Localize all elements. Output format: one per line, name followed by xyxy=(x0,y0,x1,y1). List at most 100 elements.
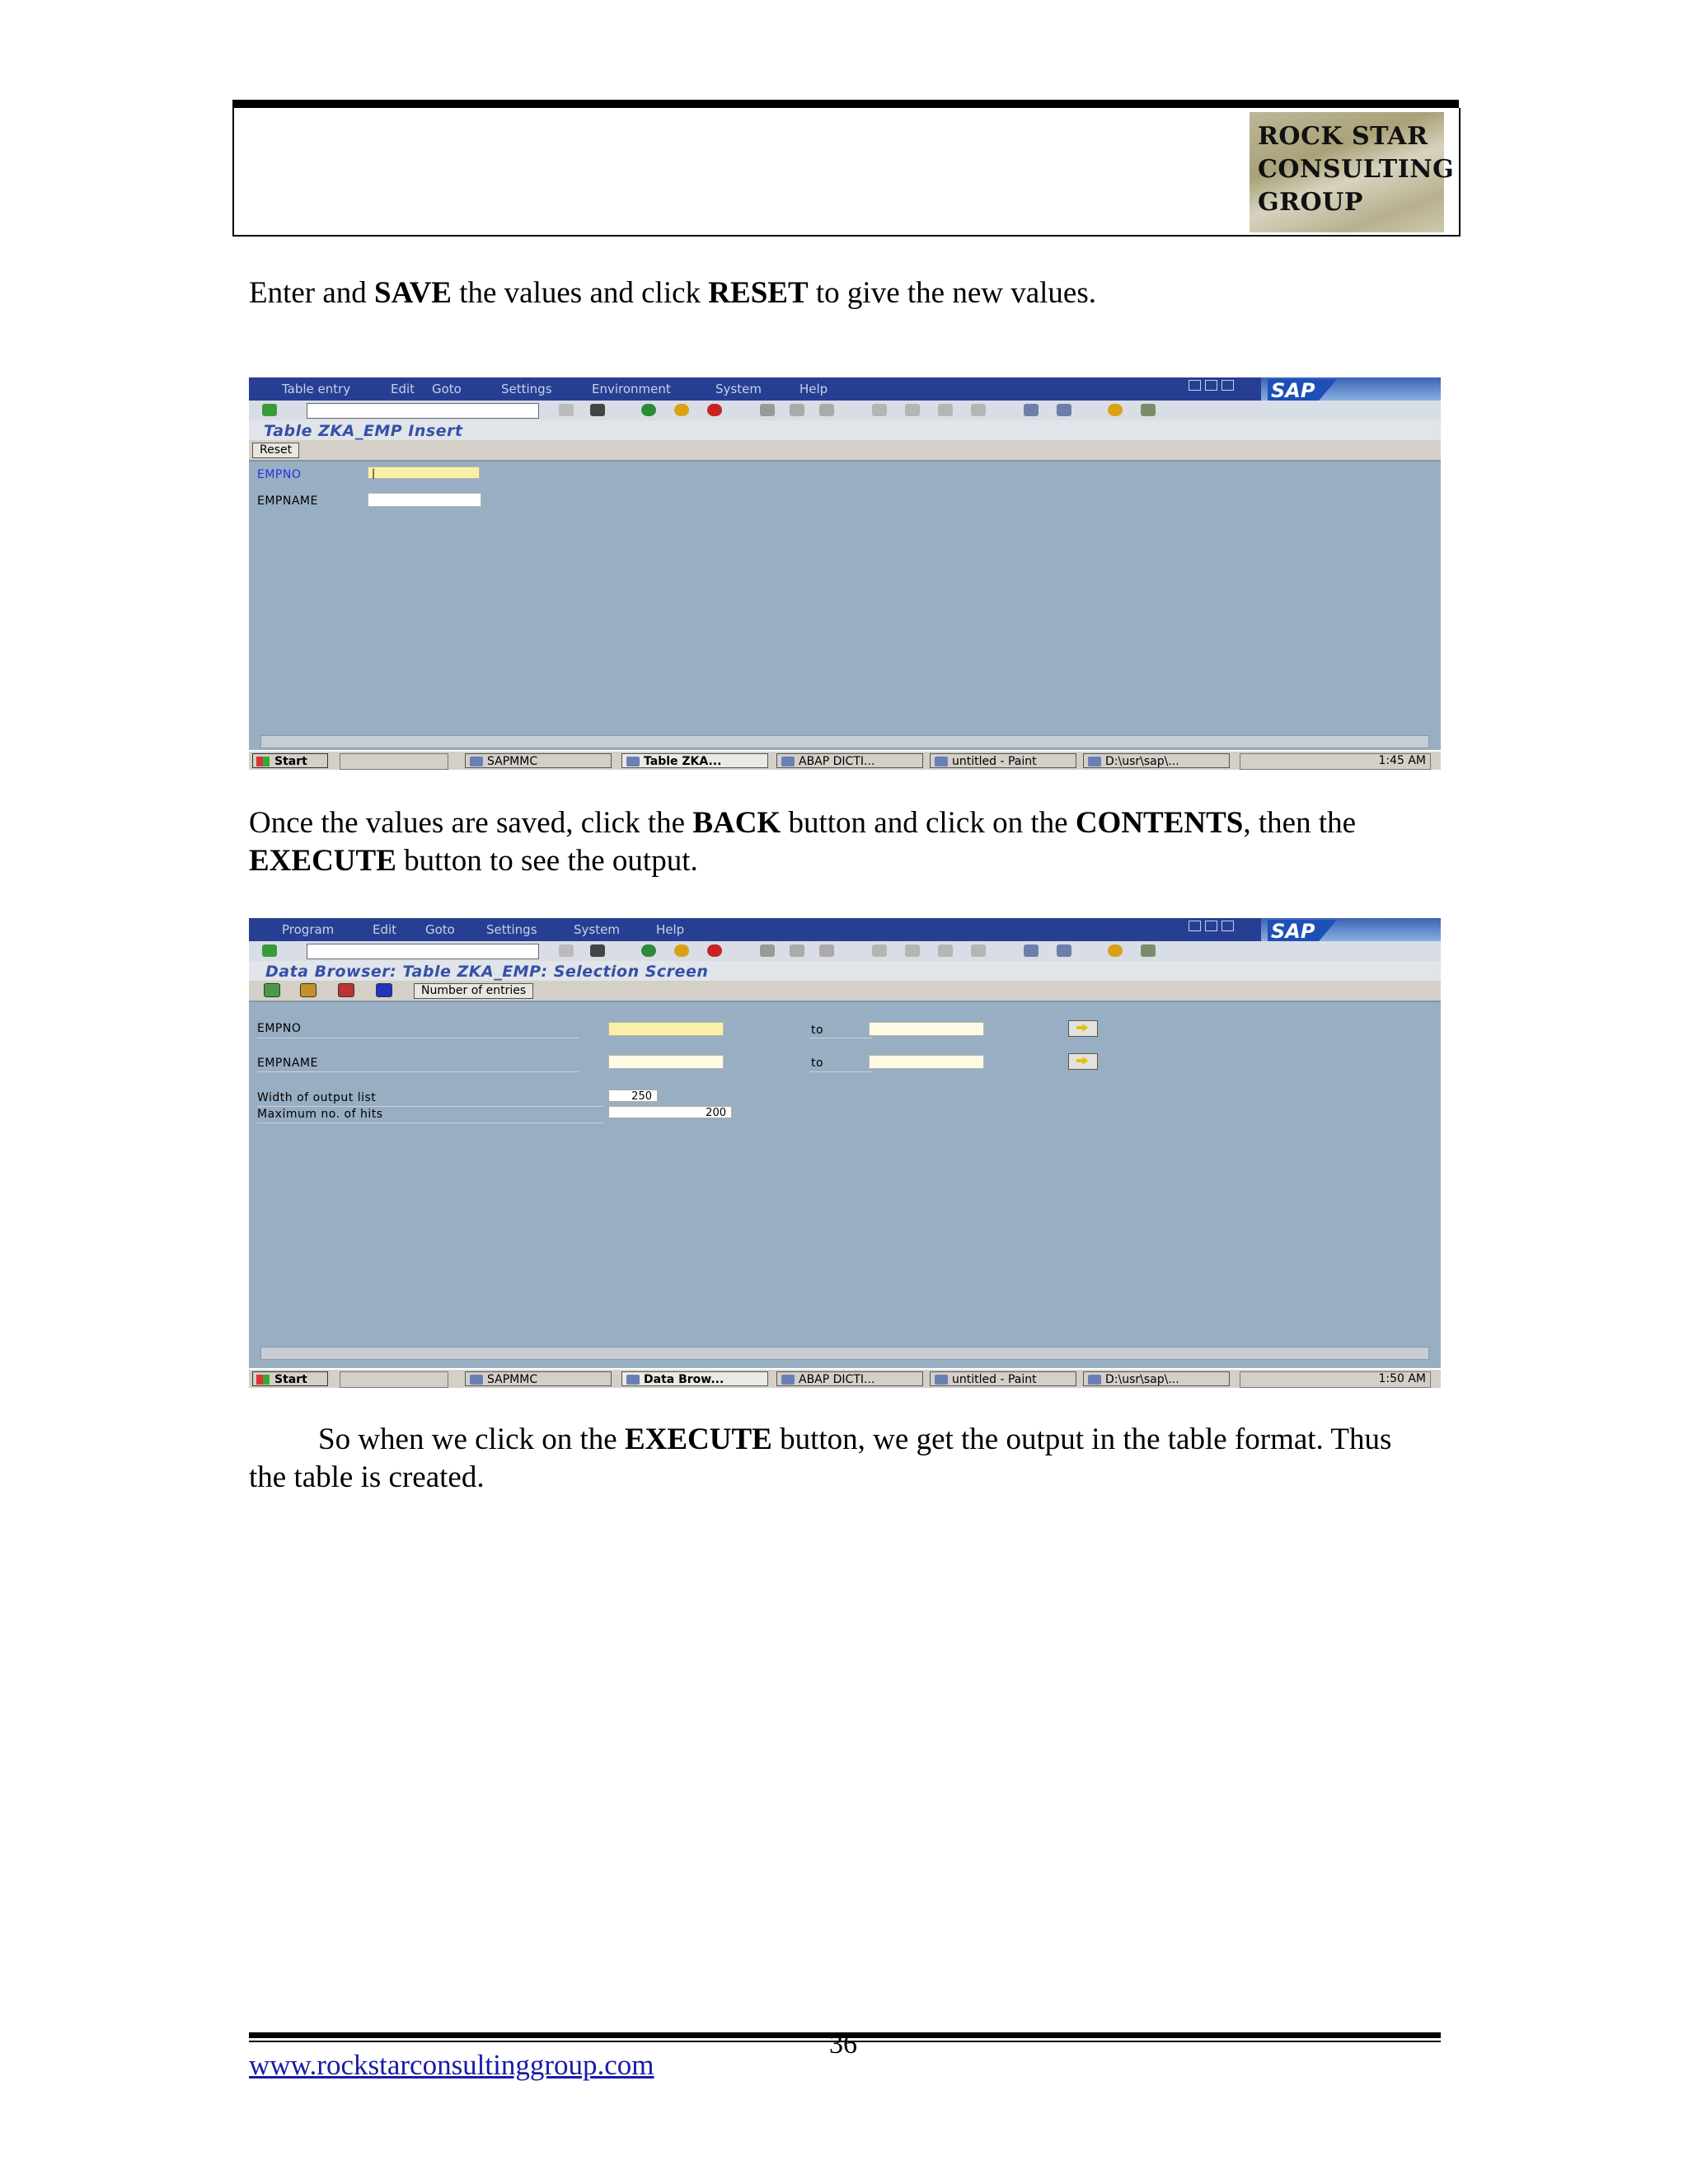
paragraph-2: Once the values are saved, click the BAC… xyxy=(249,804,1436,880)
empno-to-input[interactable] xyxy=(869,1022,984,1036)
menu-goto[interactable]: Goto xyxy=(425,922,455,937)
taskbar-clock: 1:50 AM xyxy=(1378,1372,1426,1385)
layout-menu-icon[interactable] xyxy=(1141,944,1156,957)
task-data-browser[interactable]: Data Brow... xyxy=(621,1371,768,1386)
quick-launch[interactable] xyxy=(340,1371,448,1388)
footer-website-link[interactable]: www.rockstarconsultinggroup.com xyxy=(249,2049,654,2082)
first-page-icon[interactable] xyxy=(872,944,887,957)
empname-to-label: to xyxy=(811,1057,824,1070)
task-abap-dictionary[interactable]: ABAP DICTI... xyxy=(776,1371,923,1386)
get-variant-icon[interactable] xyxy=(338,983,354,997)
help-icon[interactable] xyxy=(1108,944,1123,957)
cancel-icon[interactable] xyxy=(707,944,722,957)
menu-program[interactable]: Program xyxy=(282,922,334,937)
task-sapmmc[interactable]: SAPMMC xyxy=(465,1371,612,1386)
empname-from-input[interactable] xyxy=(608,1055,724,1069)
task-explorer[interactable]: D:\usr\sap\... xyxy=(1083,1371,1230,1386)
print-icon[interactable] xyxy=(760,944,775,957)
last-page-icon[interactable] xyxy=(971,404,986,416)
task-explorer[interactable]: D:\usr\sap\... xyxy=(1083,753,1230,768)
menu-settings[interactable]: Settings xyxy=(501,382,552,396)
maximize-icon[interactable] xyxy=(1205,921,1217,931)
task-sapmmc[interactable]: SAPMMC xyxy=(465,753,612,768)
menu-table-entry[interactable]: Table entry xyxy=(282,382,350,396)
back-arrow-icon[interactable] xyxy=(559,404,574,416)
menu-environment[interactable]: Environment xyxy=(592,382,671,396)
back-arrow-icon[interactable] xyxy=(559,944,574,957)
empno-label: EMPNO xyxy=(257,1022,302,1035)
first-page-icon[interactable] xyxy=(872,404,887,416)
width-input[interactable]: 250 xyxy=(608,1090,658,1103)
shortcut-icon[interactable] xyxy=(1057,944,1071,957)
task-paint[interactable]: untitled - Paint xyxy=(930,1371,1076,1386)
find-icon[interactable] xyxy=(790,944,804,957)
empno-input[interactable]: | xyxy=(368,466,480,479)
empno-multiple-selection-icon[interactable] xyxy=(1068,1020,1098,1037)
quick-launch[interactable] xyxy=(340,753,448,770)
last-page-icon[interactable] xyxy=(971,944,986,957)
standard-toolbar xyxy=(249,401,1441,420)
maximize-icon[interactable] xyxy=(1205,380,1217,391)
start-button[interactable]: Start xyxy=(252,753,328,768)
empno-from-input[interactable] xyxy=(608,1022,724,1036)
reset-button[interactable]: Reset xyxy=(252,443,300,458)
close-icon[interactable] xyxy=(1221,380,1234,391)
info-icon[interactable] xyxy=(376,983,392,997)
p2-text-d: , then the xyxy=(1243,806,1357,840)
enter-icon[interactable] xyxy=(262,944,277,957)
minimize-icon[interactable] xyxy=(1189,921,1201,931)
command-field[interactable] xyxy=(307,944,539,959)
save-icon[interactable] xyxy=(590,404,605,416)
menu-edit[interactable]: Edit xyxy=(391,382,415,396)
exit-icon[interactable] xyxy=(674,944,689,957)
back-icon[interactable] xyxy=(641,404,656,416)
menu-goto[interactable]: Goto xyxy=(432,382,462,396)
new-session-icon[interactable] xyxy=(1024,944,1039,957)
shortcut-icon[interactable] xyxy=(1057,404,1071,416)
menu-system[interactable]: System xyxy=(574,922,620,937)
print-icon[interactable] xyxy=(760,404,775,416)
empname-input[interactable] xyxy=(368,493,481,507)
previous-page-icon[interactable] xyxy=(905,404,920,416)
task-table-zka[interactable]: Table ZKA... xyxy=(621,753,768,768)
find-next-icon[interactable] xyxy=(819,404,834,416)
task-paint[interactable]: untitled - Paint xyxy=(930,753,1076,768)
max-hits-input[interactable]: 200 xyxy=(608,1106,732,1119)
layout-menu-icon[interactable] xyxy=(1141,404,1156,416)
empname-to-input[interactable] xyxy=(869,1055,984,1069)
next-page-icon[interactable] xyxy=(938,404,953,416)
menu-help[interactable]: Help xyxy=(799,382,828,396)
find-next-icon[interactable] xyxy=(819,944,834,957)
previous-page-icon[interactable] xyxy=(905,944,920,957)
selection-options-icon[interactable] xyxy=(300,983,316,997)
max-hits-label: Maximum no. of hits xyxy=(257,1108,383,1121)
empno-label: EMPNO xyxy=(257,468,302,481)
menu-edit[interactable]: Edit xyxy=(373,922,396,937)
empname-multiple-selection-icon[interactable] xyxy=(1068,1053,1098,1070)
command-field[interactable] xyxy=(307,403,539,419)
horizontal-scrollbar[interactable] xyxy=(260,735,1429,748)
windows-taskbar: Start SAPMMC Data Brow... ABAP DICTI... … xyxy=(249,1368,1441,1388)
back-icon[interactable] xyxy=(641,944,656,957)
empname-label: EMPNAME xyxy=(257,494,318,508)
sap-screen-selection: Program Edit Goto Settings System Help S… xyxy=(249,918,1441,1388)
p1-bold-reset: RESET xyxy=(708,276,809,310)
help-icon[interactable] xyxy=(1108,404,1123,416)
menu-help[interactable]: Help xyxy=(656,922,684,937)
save-icon[interactable] xyxy=(590,944,605,957)
number-of-entries-button[interactable]: Number of entries xyxy=(414,983,534,999)
exit-icon[interactable] xyxy=(674,404,689,416)
close-icon[interactable] xyxy=(1221,921,1234,931)
new-session-icon[interactable] xyxy=(1024,404,1039,416)
find-icon[interactable] xyxy=(790,404,804,416)
task-abap-dictionary[interactable]: ABAP DICTI... xyxy=(776,753,923,768)
cancel-icon[interactable] xyxy=(707,404,722,416)
menu-settings[interactable]: Settings xyxy=(486,922,537,937)
start-button[interactable]: Start xyxy=(252,1371,328,1386)
next-page-icon[interactable] xyxy=(938,944,953,957)
menu-system[interactable]: System xyxy=(715,382,762,396)
minimize-icon[interactable] xyxy=(1189,380,1201,391)
execute-icon[interactable] xyxy=(264,983,280,997)
horizontal-scrollbar[interactable] xyxy=(260,1347,1429,1360)
enter-icon[interactable] xyxy=(262,404,277,416)
